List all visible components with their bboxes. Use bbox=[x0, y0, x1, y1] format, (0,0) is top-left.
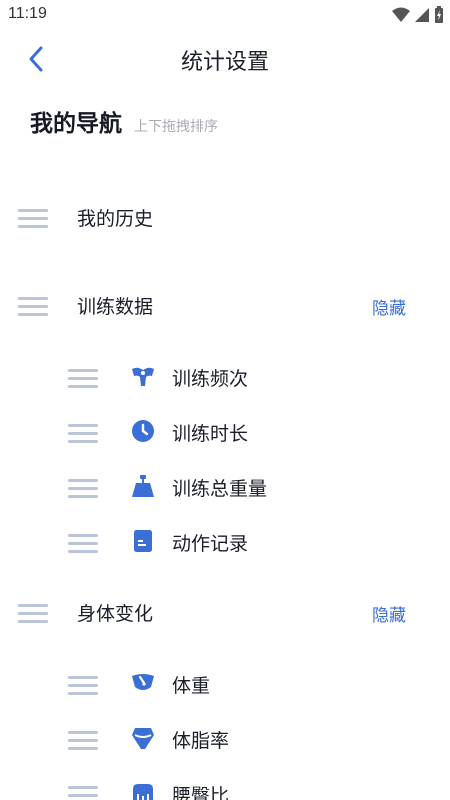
ruler-icon bbox=[133, 784, 153, 800]
hide-training-button[interactable]: 隐藏 bbox=[372, 294, 406, 319]
drag-handle[interactable] bbox=[68, 786, 98, 800]
drag-handle[interactable] bbox=[68, 424, 98, 444]
section-title: 我的导航 bbox=[30, 111, 122, 137]
item-label: 训练频次 bbox=[172, 368, 249, 390]
drag-handle[interactable] bbox=[18, 604, 48, 624]
status-icons bbox=[392, 6, 444, 24]
status-time: 11:19 bbox=[8, 5, 47, 22]
item-label: 训练总重量 bbox=[172, 478, 268, 500]
drag-handle[interactable] bbox=[68, 731, 98, 751]
item-label: 训练时长 bbox=[172, 423, 249, 445]
clock-icon bbox=[132, 420, 154, 442]
weight-icon bbox=[132, 475, 154, 497]
drag-handle[interactable] bbox=[68, 369, 98, 389]
page-title: 统计设置 bbox=[180, 50, 269, 75]
drag-handle[interactable] bbox=[68, 676, 98, 696]
note-icon bbox=[134, 530, 152, 552]
battery-icon bbox=[435, 6, 443, 23]
section-hint: 上下拖拽排序 bbox=[134, 119, 218, 135]
muscle-icon bbox=[132, 367, 154, 386]
group-label-training: 训练数据 bbox=[77, 296, 154, 318]
item-label: 动作记录 bbox=[172, 533, 249, 555]
drag-handle[interactable] bbox=[18, 209, 48, 229]
group-label-body: 身体变化 bbox=[77, 603, 154, 625]
body-fat-icon bbox=[132, 728, 154, 749]
drag-handle[interactable] bbox=[18, 297, 48, 317]
status-bar: 11:19 bbox=[0, 0, 450, 30]
item-label: 体重 bbox=[172, 675, 211, 697]
signal-icon bbox=[415, 8, 429, 22]
drag-handle[interactable] bbox=[68, 479, 98, 499]
drag-handle[interactable] bbox=[68, 534, 98, 554]
nav-section-header: 我的导航 上下拖拽排序 bbox=[30, 104, 218, 138]
wifi-icon bbox=[392, 7, 410, 22]
scale-icon bbox=[132, 674, 154, 690]
item-label: 体脂率 bbox=[172, 730, 230, 752]
group-label-history: 我的历史 bbox=[77, 208, 154, 230]
hide-body-button[interactable]: 隐藏 bbox=[372, 601, 406, 626]
header: 统计设置 bbox=[0, 36, 450, 80]
item-label: 腰臀比 bbox=[172, 785, 230, 800]
